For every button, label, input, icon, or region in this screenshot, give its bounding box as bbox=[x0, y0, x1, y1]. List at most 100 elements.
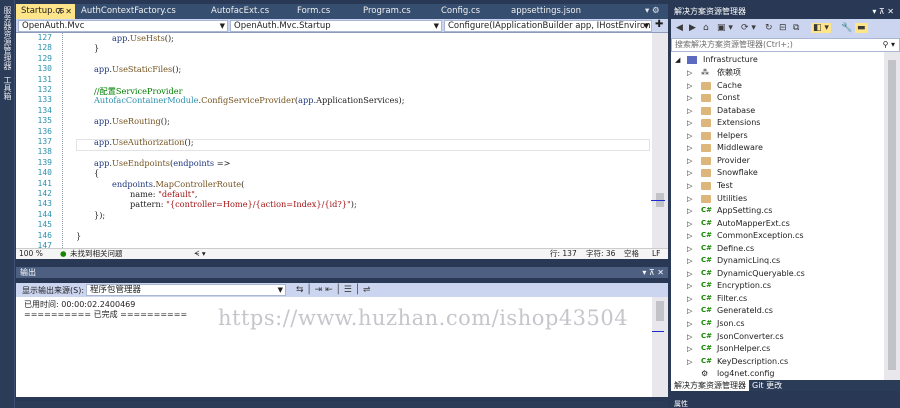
issues-status[interactable]: 未找到相关问题 bbox=[70, 249, 123, 259]
tab-overflow-icon[interactable]: ▾ ⚙ bbox=[640, 4, 668, 19]
expand-arrow-icon[interactable]: ▷ bbox=[687, 356, 692, 369]
tab-solution-explorer[interactable]: 解决方案资源管理器 bbox=[671, 380, 749, 391]
line-number: 137 bbox=[37, 137, 52, 146]
tree-item[interactable]: ▷ Cache bbox=[687, 80, 882, 93]
expand-arrow-icon[interactable]: ▷ bbox=[687, 205, 692, 218]
expand-arrow-icon[interactable]: ▷ bbox=[687, 218, 692, 231]
tree-item[interactable]: ▷ C# Encryption.cs bbox=[687, 280, 882, 293]
tree-item[interactable]: ⚙ log4net.config bbox=[687, 368, 882, 380]
expand-arrow-icon[interactable]: ▷ bbox=[687, 280, 692, 293]
solution-search-input[interactable]: 搜索解决方案资源管理器(Ctrl+;) ⚲ ▾ bbox=[671, 38, 900, 52]
tab-startup[interactable]: Startup.cs ⊼ ✕ bbox=[16, 4, 75, 19]
tree-item[interactable]: ▷ C# DynamicLinq.cs bbox=[687, 255, 882, 268]
pin-icon[interactable]: ⊼ ✕ bbox=[57, 4, 72, 19]
git-icon[interactable]: ᗕ ▾ bbox=[194, 249, 206, 259]
expand-arrow-icon[interactable]: ▷ bbox=[687, 305, 692, 318]
expand-arrow-icon[interactable]: ▷ bbox=[687, 180, 692, 193]
tree-item[interactable]: ▷ Test bbox=[687, 180, 882, 193]
refresh-icon[interactable]: ↻ bbox=[765, 23, 773, 33]
back-icon[interactable]: ◀ bbox=[676, 23, 683, 33]
toolbox-tab[interactable]: 工具箱 bbox=[2, 76, 12, 100]
solution-tree[interactable]: ◢ Infrastructure ▷ ⁂ 依赖项 ▷ Cache ▷ Const ▷ Datab… bbox=[671, 52, 900, 380]
indent-mode[interactable]: 空格 bbox=[624, 249, 639, 259]
pane-controls-icon[interactable]: ▾ ⊼ ✕ bbox=[872, 6, 894, 17]
code-token: app bbox=[94, 116, 110, 127]
expand-arrow-icon[interactable]: ▷ bbox=[687, 343, 692, 356]
tree-root[interactable]: ◢ Infrastructure bbox=[675, 54, 875, 67]
solution-vertical-scrollbar[interactable] bbox=[884, 52, 900, 380]
tree-item[interactable]: ▷ C# KeyDescription.cs bbox=[687, 356, 882, 369]
zoom-level[interactable]: 100 % bbox=[19, 249, 43, 259]
member-dropdown[interactable]: Configure(IApplicationBuilder app, IHost… bbox=[444, 20, 652, 32]
split-editor-icon[interactable]: ✚ bbox=[655, 19, 663, 30]
tree-item[interactable]: ▷ C# Define.cs bbox=[687, 243, 882, 256]
expand-arrow-icon[interactable]: ▷ bbox=[687, 130, 692, 143]
tree-item[interactable]: ▷ C# JsonConverter.cs bbox=[687, 331, 882, 344]
server-explorer-tab[interactable]: 服务器资源管理器 bbox=[2, 6, 12, 70]
tree-item[interactable]: ▷ Extensions bbox=[687, 117, 882, 130]
project-dropdown[interactable]: OpenAuth.Mvc ▼ bbox=[18, 20, 228, 32]
tab-autofacext[interactable]: AutofacExt.cs bbox=[206, 4, 288, 19]
preview-icon[interactable]: ▬ bbox=[855, 23, 868, 33]
expand-arrow-icon[interactable]: ▷ bbox=[687, 142, 692, 155]
wrench-icon[interactable]: 🔧 bbox=[841, 23, 852, 33]
forward-icon[interactable]: ▶ bbox=[689, 23, 696, 33]
scroll-thumb[interactable] bbox=[656, 301, 664, 321]
tree-item[interactable]: ▷ Utilities bbox=[687, 193, 882, 206]
tree-item[interactable]: ▷ C# DynamicQueryable.cs bbox=[687, 268, 882, 281]
output-vertical-scrollbar[interactable] bbox=[652, 297, 668, 397]
expand-arrow-icon[interactable]: ▷ bbox=[687, 80, 692, 93]
class-dropdown[interactable]: OpenAuth.Mvc.Startup ▼ bbox=[230, 20, 442, 32]
expand-arrow-icon[interactable]: ▷ bbox=[687, 117, 692, 130]
tab-config[interactable]: Config.cs bbox=[436, 4, 506, 19]
expand-arrow-icon[interactable]: ▷ bbox=[687, 293, 692, 306]
tree-item[interactable]: ▷ C# AppSetting.cs bbox=[687, 205, 882, 218]
tree-item[interactable]: ▷ C# CommonException.cs bbox=[687, 230, 882, 243]
tree-item[interactable]: ▷ C# Json.cs bbox=[687, 318, 882, 331]
sync-icon[interactable]: ⟳ ▾ bbox=[741, 23, 756, 33]
tab-form[interactable]: Form.cs bbox=[292, 4, 356, 19]
output-source-dropdown[interactable]: 程序包管理器 ▼ bbox=[86, 284, 286, 296]
expand-arrow-icon[interactable]: ◢ bbox=[675, 54, 680, 67]
tree-item[interactable]: ▷ C# Filter.cs bbox=[687, 293, 882, 306]
search-icon[interactable]: ⚲ ▾ bbox=[883, 39, 895, 51]
output-toolbar-icons[interactable]: ⇆ │ ⇥ ⇤ │ ☰ │ ⇌ bbox=[296, 285, 371, 295]
expand-arrow-icon[interactable]: ▷ bbox=[687, 243, 692, 256]
expand-arrow-icon[interactable]: ▷ bbox=[687, 67, 692, 80]
tab-git-changes[interactable]: Git 更改 bbox=[749, 380, 785, 391]
expand-arrow-icon[interactable]: ▷ bbox=[687, 318, 692, 331]
tree-item[interactable]: ▷ C# JsonHelper.cs bbox=[687, 343, 882, 356]
tree-item[interactable]: ▷ C# AutoMapperExt.cs bbox=[687, 218, 882, 231]
tree-item[interactable]: ▷ Snowflake bbox=[687, 167, 882, 180]
scroll-thumb[interactable] bbox=[888, 60, 896, 370]
solution-icon[interactable]: ▣ ▾ bbox=[717, 23, 733, 33]
expand-arrow-icon[interactable]: ▷ bbox=[687, 155, 692, 168]
code-editor[interactable]: 127 128 129 130 131 132 133 134 135 136 137 138 139 1… bbox=[16, 33, 668, 248]
expand-arrow-icon[interactable]: ▷ bbox=[687, 230, 692, 243]
expand-arrow-icon[interactable]: ▷ bbox=[687, 105, 692, 118]
tab-program[interactable]: Program.cs bbox=[358, 4, 436, 19]
expand-arrow-icon[interactable]: ▷ bbox=[687, 255, 692, 268]
expand-arrow-icon[interactable]: ▷ bbox=[687, 167, 692, 180]
tree-item[interactable]: ▷ Provider bbox=[687, 155, 882, 168]
show-all-icon[interactable]: ⧉ bbox=[793, 23, 799, 33]
editor-vertical-scrollbar[interactable] bbox=[652, 33, 668, 248]
home-icon[interactable]: ⌂ bbox=[703, 23, 709, 33]
tree-item[interactable]: ▷ Const bbox=[687, 92, 882, 105]
expand-arrow-icon[interactable]: ▷ bbox=[687, 92, 692, 105]
tree-item[interactable]: ▷ Database bbox=[687, 105, 882, 118]
tab-authcontextfactory[interactable]: AuthContextFactory.cs bbox=[76, 4, 188, 19]
expand-arrow-icon[interactable]: ▷ bbox=[687, 193, 692, 206]
collapse-icon[interactable]: ⊟ bbox=[779, 23, 787, 33]
line-number: 147 bbox=[37, 241, 52, 248]
tree-item[interactable]: ▷ Helpers bbox=[687, 130, 882, 143]
pane-controls-icon[interactable]: ▾ ⊼ ✕ bbox=[642, 267, 664, 278]
tree-item[interactable]: ▷ Middleware bbox=[687, 142, 882, 155]
expand-arrow-icon[interactable]: ▷ bbox=[687, 268, 692, 281]
tree-item[interactable]: ▷ ⁂ 依赖项 bbox=[687, 67, 882, 80]
tab-appsettings[interactable]: appsettings.json bbox=[506, 4, 586, 19]
line-ending[interactable]: LF bbox=[652, 249, 661, 259]
expand-arrow-icon[interactable]: ▷ bbox=[687, 331, 692, 344]
tree-item[interactable]: ▷ C# GenerateId.cs bbox=[687, 305, 882, 318]
view-icon[interactable]: ◧ ▾ bbox=[811, 23, 831, 33]
